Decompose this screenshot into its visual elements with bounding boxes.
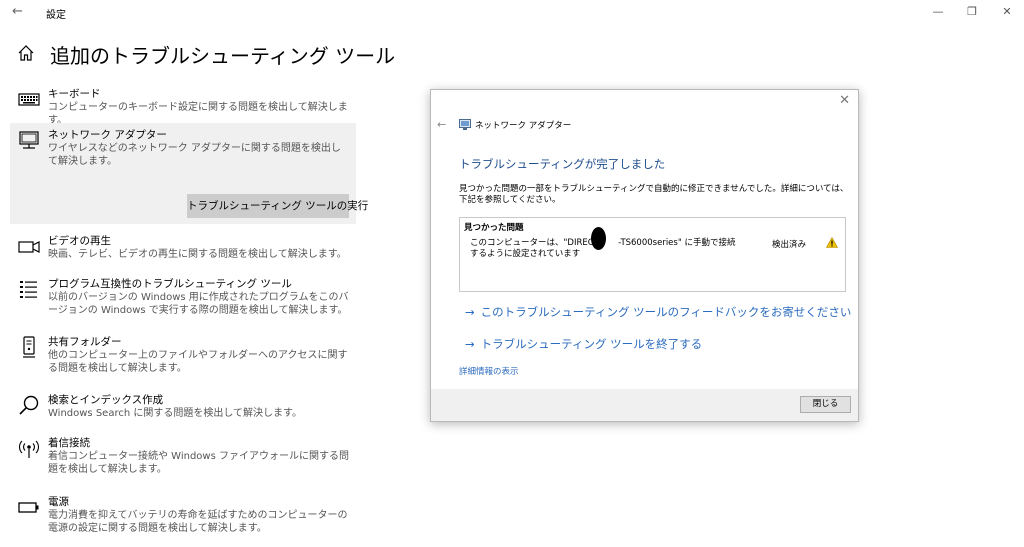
- feedback-link-label: このトラブルシューティング ツールのフィードバックをお寄せください: [480, 305, 852, 319]
- item-title: キーボード: [48, 88, 101, 100]
- troubleshooter-network-adapter[interactable]: ネットワーク アダプター ワイヤレスなどのネットワーク アダプターに関する問題を…: [10, 123, 368, 224]
- item-description: ワイヤレスなどのネットワーク アダプターに関する問題を検出して解決します。: [48, 143, 341, 167]
- network-adapter-icon: [19, 131, 39, 149]
- network-adapter-icon: [459, 119, 471, 130]
- page-title: 追加のトラブルシューティング ツール: [50, 44, 396, 68]
- item-description: 着信コンピューター接続や Windows ファイアウォールに関する問題を検出して…: [48, 451, 349, 475]
- feedback-link[interactable]: → このトラブルシューティング ツールのフィードバックをお寄せください: [465, 304, 851, 320]
- item-description: 他のコンピューター上のファイルやフォルダーへのアクセスに関する問題を検出して解決…: [48, 350, 348, 374]
- search-icon: [19, 395, 39, 415]
- item-description: 電力消費を抑えてバッテリの寿命を延ばすためのコンピューターの電源の設定に関する問…: [48, 510, 348, 534]
- window-title: 設定: [46, 10, 66, 21]
- redaction-mark: [591, 227, 606, 250]
- problems-found-header: 見つかった問題: [464, 223, 524, 233]
- maximize-button[interactable]: ❐: [962, 4, 982, 20]
- close-dialog-button[interactable]: 閉じる: [800, 396, 851, 413]
- keyboard-icon: [18, 93, 40, 106]
- dialog-heading: トラブルシューティングが完了しました: [459, 157, 666, 171]
- home-icon[interactable]: [17, 44, 35, 62]
- run-troubleshooter-button[interactable]: トラブルシューティング ツールの実行: [187, 194, 368, 218]
- dialog-description: 見つかった問題の一部をトラブルシューティングで自動的に修正できませんでした。詳細…: [459, 184, 849, 205]
- item-description: Windows Search に関する問題を検出して解決します。: [48, 408, 303, 419]
- exit-troubleshooter-link[interactable]: → トラブルシューティング ツールを終了する: [465, 336, 702, 352]
- close-window-button[interactable]: ✕: [997, 4, 1017, 20]
- troubleshooter-dialog: ✕ ← ネットワーク アダプター トラブルシューティングが完了しました 見つかっ…: [430, 89, 859, 422]
- incoming-connection-icon: [18, 440, 40, 458]
- troubleshooter-incoming-connections[interactable]: 着信接続 着信コンピューター接続や Windows ファイアウォールに関する問題…: [10, 431, 356, 483]
- battery-icon: [18, 502, 39, 513]
- shared-folder-icon: [23, 336, 35, 358]
- title-bar: ← 設定 — ❐ ✕: [0, 0, 1024, 26]
- troubleshooter-keyboard[interactable]: キーボード コンピューターのキーボード設定に関する問題を検出して解決します。: [10, 82, 356, 126]
- dialog-back-button[interactable]: ←: [437, 118, 446, 131]
- minimize-button[interactable]: —: [928, 4, 948, 20]
- item-description: 以前のバージョンの Windows 用に作成されたプログラムをこのバージョンの …: [48, 292, 349, 316]
- item-title: ビデオの再生: [48, 235, 111, 247]
- video-icon: [18, 241, 40, 253]
- dialog-close-icon[interactable]: ✕: [839, 93, 850, 108]
- program-compat-icon: [20, 281, 37, 298]
- troubleshooter-program-compat[interactable]: プログラム互換性のトラブルシューティング ツール 以前のバージョンの Windo…: [10, 272, 356, 324]
- troubleshooter-search-indexing[interactable]: 検索とインデックス作成 Windows Search に関する問題を検出して解決…: [10, 388, 356, 428]
- item-description: 映画、テレビ、ビデオの再生に関する問題を検出して解決します。: [48, 249, 347, 260]
- warning-icon: [826, 237, 838, 248]
- problem-status: 検出済み: [772, 240, 807, 250]
- item-title: 電源: [48, 496, 69, 508]
- dialog-app-title: ネットワーク アダプター: [475, 121, 572, 131]
- item-title: プログラム互換性のトラブルシューティング ツール: [48, 278, 292, 290]
- exit-troubleshooter-link-label: トラブルシューティング ツールを終了する: [480, 337, 703, 351]
- item-title: 着信接続: [48, 437, 90, 449]
- item-title: 共有フォルダー: [48, 336, 122, 348]
- problems-found-panel: 見つかった問題 このコンピューターは、"DIRECT- -TS6000serie…: [459, 217, 846, 292]
- troubleshooter-video-playback[interactable]: ビデオの再生 映画、テレビ、ビデオの再生に関する問題を検出して解決します。: [10, 229, 356, 267]
- arrow-right-icon: →: [465, 337, 475, 351]
- item-title: ネットワーク アダプター: [48, 129, 167, 141]
- back-button[interactable]: ←: [12, 4, 23, 19]
- dialog-footer: 閉じる: [431, 389, 858, 421]
- troubleshooter-power[interactable]: 電源 電力消費を抑えてバッテリの寿命を延ばすためのコンピューターの電源の設定に関…: [10, 490, 356, 542]
- item-title: 検索とインデックス作成: [48, 394, 164, 406]
- view-detailed-info-link[interactable]: 詳細情報の表示: [459, 365, 519, 377]
- arrow-right-icon: →: [465, 305, 475, 319]
- troubleshooter-shared-folders[interactable]: 共有フォルダー 他のコンピューター上のファイルやフォルダーへのアクセスに関する問…: [10, 330, 356, 382]
